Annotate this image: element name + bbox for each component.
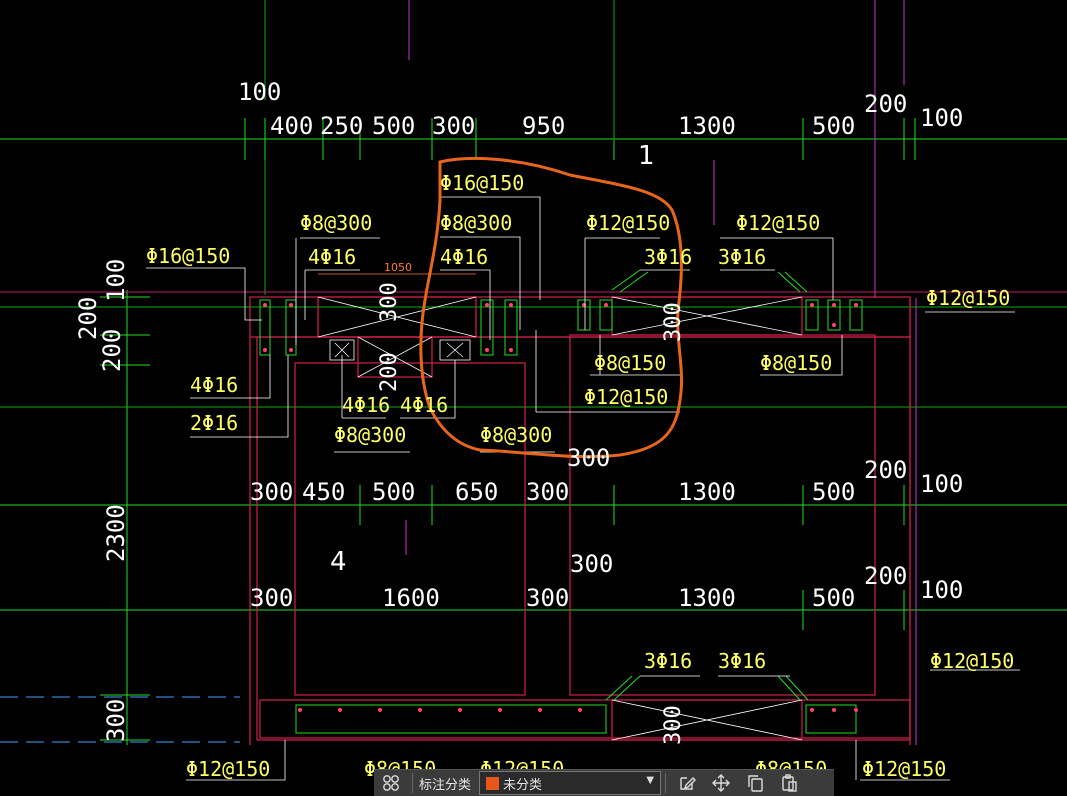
dim-plan-300: 300	[377, 282, 402, 322]
dim-extra-300-a: 300	[567, 444, 610, 472]
dim-left-2300: 2300	[102, 504, 130, 562]
rebar-label-j: 3Φ16	[718, 245, 766, 269]
dim-top-500-right: 500	[812, 112, 855, 140]
dim-left-100: 100	[102, 259, 130, 302]
dim-plan-300-bottom: 300	[661, 705, 686, 745]
dim-top-300: 300	[432, 112, 475, 140]
dim-top-100-left: 100	[238, 78, 281, 106]
move-icon[interactable]	[704, 770, 738, 796]
dim-mid-100: 100	[920, 470, 963, 498]
annotation-toolbar: 标注分类 未分类 ▼	[374, 769, 834, 796]
dim-top-200: 200	[864, 90, 907, 118]
dim-plan-200: 200	[377, 352, 402, 392]
rebar-label-a: Φ16@150	[146, 244, 230, 268]
grid-icon[interactable]	[374, 770, 408, 796]
dim-low-300-b: 300	[526, 584, 569, 612]
rebar-label-i: Φ12@150	[736, 211, 820, 235]
rebar-label-x: Φ12@150	[186, 757, 270, 781]
rebar-label-n: 4Φ16	[342, 393, 390, 417]
rebar-label-l: 4Φ16	[190, 373, 238, 397]
dim-mid-500: 500	[372, 478, 415, 506]
dim-mid-300-b: 300	[526, 478, 569, 506]
dim-top-950: 950	[522, 112, 565, 140]
copy-icon[interactable]	[738, 770, 772, 796]
dim-plan-300-right: 300	[661, 302, 686, 342]
toolbar-separator	[412, 773, 413, 793]
rebar-label-k: Φ12@150	[926, 286, 1010, 310]
dim-top-1300: 1300	[678, 112, 736, 140]
dim-left-200-b: 200	[98, 329, 126, 372]
rebar-label-r: Φ12@150	[584, 385, 668, 409]
rebar-label-y: Φ12@150	[862, 757, 946, 781]
dim-mid-450: 450	[302, 478, 345, 506]
paste-icon[interactable]	[772, 770, 806, 796]
dim-top-500: 500	[372, 112, 415, 140]
rebar-label-o: 4Φ16	[400, 393, 448, 417]
dim-mid-200: 200	[864, 456, 907, 484]
dim-mid-500-right: 500	[812, 478, 855, 506]
rebar-label-f: 4Φ16	[440, 245, 488, 269]
grid-label-4: 4	[330, 547, 347, 577]
rebar-label-b: Φ8@300	[300, 211, 372, 235]
dim-extra-300-b: 300	[570, 550, 613, 578]
grid-label-1: 1	[638, 141, 655, 171]
toolbar-separator	[665, 773, 667, 793]
rebar-label-s: Φ8@300	[480, 423, 552, 447]
rebar-label-h: 3Φ16	[644, 245, 692, 269]
dim-top-100-right: 100	[920, 104, 963, 132]
dim-left-300: 300	[102, 699, 130, 742]
dim-low-1600: 1600	[382, 584, 440, 612]
note-1050: 1050	[384, 261, 412, 274]
dim-low-200: 200	[864, 562, 907, 590]
category-select[interactable]: 未分类 ▼	[479, 771, 662, 795]
category-select-value: 未分类	[503, 777, 543, 793]
chevron-down-icon: ▼	[646, 775, 655, 786]
annotation-category-label: 标注分类	[419, 777, 472, 793]
dim-mid-1300: 1300	[678, 478, 736, 506]
rebar-label-p: Φ8@300	[334, 423, 406, 447]
rebar-label-w: Φ12@150	[930, 649, 1014, 673]
dim-low-100: 100	[920, 576, 963, 604]
rebar-label-t: Φ8@150	[760, 351, 832, 375]
cad-drawing: 1 4 100 400 250 500 300 950 1300 500 200…	[0, 0, 1067, 795]
dim-top-400: 400	[270, 112, 313, 140]
rebar-label-u: 3Φ16	[644, 649, 692, 673]
rebar-label-m: 2Φ16	[190, 411, 238, 435]
dim-mid-650: 650	[455, 478, 498, 506]
dim-low-1300: 1300	[678, 584, 736, 612]
category-color-swatch	[486, 776, 500, 790]
edit-icon[interactable]	[670, 770, 704, 796]
rebar-label-d: Φ16@150	[440, 171, 524, 195]
rebar-label-g: Φ12@150	[586, 211, 670, 235]
dim-top-250: 250	[320, 112, 363, 140]
rebar-label-c: 4Φ16	[308, 245, 356, 269]
rebar-label-v: 3Φ16	[718, 649, 766, 673]
rebar-label-e: Φ8@300	[440, 211, 512, 235]
dim-low-500: 500	[812, 584, 855, 612]
dim-low-300-a: 300	[250, 584, 293, 612]
rebar-label-q: Φ8@150	[594, 351, 666, 375]
dim-mid-300-a: 300	[250, 478, 293, 506]
